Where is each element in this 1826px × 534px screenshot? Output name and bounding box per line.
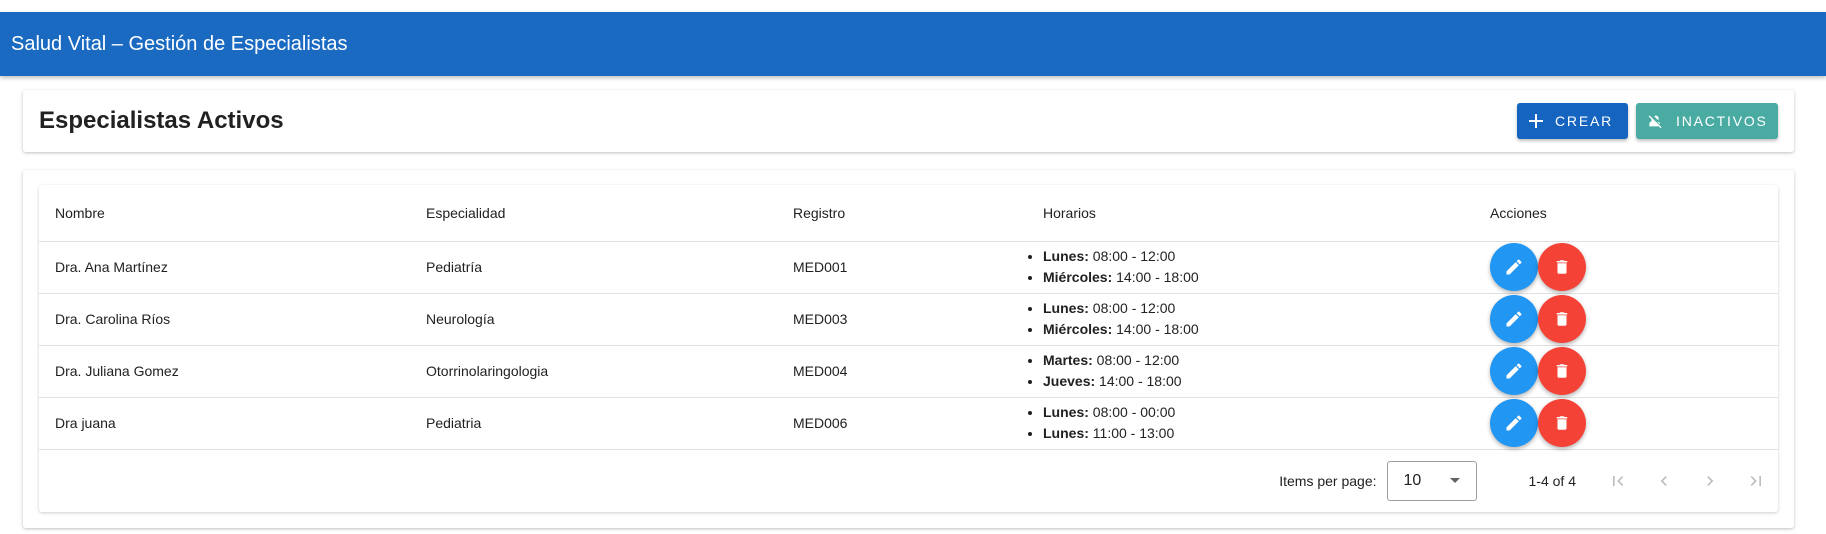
create-button[interactable]: CREAR bbox=[1517, 103, 1628, 139]
cell-nombre: Dra. Juliana Gomez bbox=[39, 345, 410, 398]
page-size-value: 10 bbox=[1403, 471, 1422, 489]
last-page-icon[interactable] bbox=[1744, 469, 1768, 493]
schedule-item: Lunes: 11:00 - 13:00 bbox=[1043, 423, 1474, 444]
dropdown-arrow-icon bbox=[1449, 478, 1460, 483]
schedule-list: Lunes: 08:00 - 00:00 Lunes: 11:00 - 13:0… bbox=[1027, 402, 1474, 444]
schedule-item: Miércoles: 14:00 - 18:00 bbox=[1043, 267, 1474, 288]
table-row: Dra. Ana Martínez Pediatría MED001 Lunes… bbox=[39, 241, 1778, 294]
delete-icon bbox=[1556, 260, 1568, 274]
inactive-button-label: INACTIVOS bbox=[1676, 113, 1768, 129]
edit-icon bbox=[1506, 311, 1522, 327]
page-size-select[interactable]: 10 bbox=[1386, 460, 1477, 501]
column-header-especialidad: Especialidad bbox=[410, 185, 777, 242]
cell-especialidad: Otorrinolaringologia bbox=[410, 345, 777, 398]
inactive-button[interactable]: INACTIVOS bbox=[1636, 103, 1778, 139]
schedule-item: Lunes: 08:00 - 12:00 bbox=[1043, 298, 1474, 319]
specialists-table: Nombre Especialidad Registro Horarios Ac… bbox=[39, 185, 1778, 450]
column-header-acciones: Acciones bbox=[1474, 185, 1778, 242]
page-title: Especialistas Activos bbox=[39, 107, 284, 134]
schedule-item: Lunes: 08:00 - 00:00 bbox=[1043, 402, 1474, 423]
delete-icon bbox=[1556, 312, 1568, 326]
first-page-icon[interactable] bbox=[1606, 469, 1630, 493]
schedule-item: Miércoles: 14:00 - 18:00 bbox=[1043, 319, 1474, 340]
cell-horarios: Lunes: 08:00 - 12:00 Miércoles: 14:00 - … bbox=[1027, 293, 1474, 346]
schedule-list: Lunes: 08:00 - 12:00 Miércoles: 14:00 - … bbox=[1027, 246, 1474, 288]
person-off-icon bbox=[1648, 113, 1664, 129]
previous-page-icon[interactable] bbox=[1652, 469, 1676, 493]
cell-acciones bbox=[1474, 293, 1778, 346]
cell-acciones bbox=[1474, 241, 1778, 294]
page-navigation bbox=[1606, 469, 1768, 493]
app-title: Salud Vital – Gestión de Especialistas bbox=[11, 32, 348, 55]
header-actions: CREAR INACTIVOS bbox=[1517, 103, 1778, 139]
edit-icon bbox=[1506, 363, 1522, 379]
cell-registro: MED004 bbox=[777, 345, 1027, 398]
delete-button[interactable] bbox=[1538, 347, 1586, 395]
cell-especialidad: Neurología bbox=[410, 293, 777, 346]
cell-acciones bbox=[1474, 397, 1778, 450]
cell-nombre: Dra. Ana Martínez bbox=[39, 241, 410, 294]
column-header-horarios: Horarios bbox=[1027, 185, 1474, 242]
edit-button[interactable] bbox=[1490, 295, 1538, 343]
schedule-list: Lunes: 08:00 - 12:00 Miércoles: 14:00 - … bbox=[1027, 298, 1474, 340]
app-bar: Salud Vital – Gestión de Especialistas bbox=[0, 12, 1826, 76]
next-page-icon[interactable] bbox=[1698, 469, 1722, 493]
delete-button[interactable] bbox=[1538, 243, 1586, 291]
schedule-item: Martes: 08:00 - 12:00 bbox=[1043, 350, 1474, 371]
delete-button[interactable] bbox=[1538, 295, 1586, 343]
edit-button[interactable] bbox=[1490, 347, 1538, 395]
create-button-label: CREAR bbox=[1555, 113, 1614, 129]
cell-especialidad: Pediatria bbox=[410, 397, 777, 450]
schedule-item: Jueves: 14:00 - 18:00 bbox=[1043, 371, 1474, 392]
table-header-row: Nombre Especialidad Registro Horarios Ac… bbox=[39, 185, 1778, 242]
edit-icon bbox=[1506, 415, 1522, 431]
cell-horarios: Martes: 08:00 - 12:00 Jueves: 14:00 - 18… bbox=[1027, 345, 1474, 398]
cell-especialidad: Pediatría bbox=[410, 241, 777, 294]
cell-nombre: Dra. Carolina Ríos bbox=[39, 293, 410, 346]
page-header-card: Especialistas Activos CREAR INACTIVOS bbox=[23, 90, 1794, 152]
schedule-item: Lunes: 08:00 - 12:00 bbox=[1043, 246, 1474, 267]
edit-icon bbox=[1506, 259, 1522, 275]
cell-registro: MED001 bbox=[777, 241, 1027, 294]
edit-button[interactable] bbox=[1490, 243, 1538, 291]
range-label: 1-4 of 4 bbox=[1528, 472, 1576, 489]
table-row: Dra. Juliana Gomez Otorrinolaringologia … bbox=[39, 345, 1778, 398]
delete-icon bbox=[1556, 416, 1568, 430]
table-row: Dra juana Pediatria MED006 Lunes: 08:00 … bbox=[39, 397, 1778, 450]
items-per-page-label: Items per page: bbox=[1279, 472, 1377, 489]
table-row: Dra. Carolina Ríos Neurología MED003 Lun… bbox=[39, 293, 1778, 346]
cell-acciones bbox=[1474, 345, 1778, 398]
cell-horarios: Lunes: 08:00 - 12:00 Miércoles: 14:00 - … bbox=[1027, 241, 1474, 294]
edit-button[interactable] bbox=[1490, 399, 1538, 447]
paginator: Items per page: 10 1-4 of 4 bbox=[39, 450, 1778, 512]
column-header-registro: Registro bbox=[777, 185, 1027, 242]
column-header-nombre: Nombre bbox=[39, 185, 410, 242]
add-icon bbox=[1529, 113, 1543, 129]
cell-registro: MED006 bbox=[777, 397, 1027, 450]
cell-nombre: Dra juana bbox=[39, 397, 410, 450]
schedule-list: Martes: 08:00 - 12:00 Jueves: 14:00 - 18… bbox=[1027, 350, 1474, 392]
cell-horarios: Lunes: 08:00 - 00:00 Lunes: 11:00 - 13:0… bbox=[1027, 397, 1474, 450]
table-card: Nombre Especialidad Registro Horarios Ac… bbox=[23, 170, 1794, 528]
table-container: Nombre Especialidad Registro Horarios Ac… bbox=[39, 185, 1778, 512]
delete-button[interactable] bbox=[1538, 399, 1586, 447]
delete-icon bbox=[1556, 364, 1568, 378]
cell-registro: MED003 bbox=[777, 293, 1027, 346]
